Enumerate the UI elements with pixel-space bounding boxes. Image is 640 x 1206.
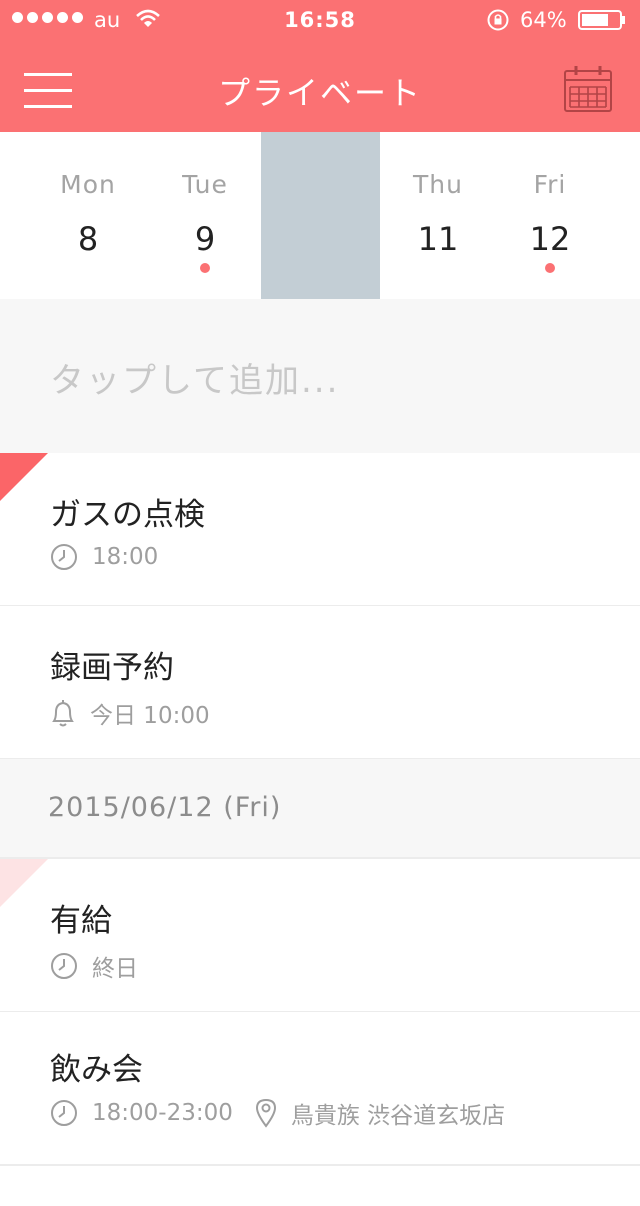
day-name: Mon xyxy=(60,170,116,199)
section-date: 2015/06/12 (Fri) xyxy=(48,792,282,823)
clock-icon xyxy=(51,953,77,979)
nav-bar: プライベート xyxy=(0,40,640,132)
add-event-placeholder: タップして追加... xyxy=(50,361,340,401)
event-title: 飲み会 xyxy=(50,1052,143,1088)
day-thu[interactable]: Thu 11 xyxy=(378,132,498,299)
add-event-input[interactable]: タップして追加... xyxy=(0,299,640,453)
section-date-header: 2015/06/12 (Fri) xyxy=(0,759,640,859)
event-time: 18:00 xyxy=(92,544,159,570)
day-number: 9 xyxy=(194,220,216,258)
rotation-lock-icon xyxy=(487,9,509,31)
event-title: 録画予約 xyxy=(50,650,174,686)
page-title: プライベート xyxy=(217,74,422,112)
event-meta: 18:00 xyxy=(50,543,158,571)
calendar-icon[interactable] xyxy=(563,65,613,113)
event-title: 有給 xyxy=(50,903,112,939)
event-item[interactable]: 飲み会 18:00-23:00 鳥貴族 渋谷道玄坂店 xyxy=(0,1012,640,1166)
day-name: Fri xyxy=(533,170,567,199)
event-dot-icon xyxy=(545,263,555,273)
event-item[interactable]: ガスの点検 18:00 xyxy=(0,453,640,607)
day-number: 11 xyxy=(417,220,459,258)
bell-icon xyxy=(52,700,74,727)
battery-percent: 64% xyxy=(520,8,567,32)
event-meta: 18:00-23:00 鳥貴族 渋谷道玄坂店 xyxy=(50,1096,505,1130)
day-name: Thu xyxy=(413,170,463,199)
event-time: 18:00-23:00 xyxy=(92,1100,233,1126)
clock-icon xyxy=(51,1100,77,1126)
day-number: 12 xyxy=(529,220,571,258)
event-meta: 終日 xyxy=(50,949,138,983)
day-name: Tue xyxy=(182,170,228,199)
day-number: 8 xyxy=(77,220,99,258)
status-bar: au 16:58 64% xyxy=(0,0,640,40)
day-tue[interactable]: Tue 9 xyxy=(146,132,264,299)
day-fri[interactable]: Fri 12 xyxy=(490,132,610,299)
event-dot-icon xyxy=(200,263,210,273)
event-item[interactable]: 録画予約 今日 10:00 xyxy=(0,606,640,760)
week-strip: Mon 8 Tue 9 Thu 11 Fri 12 xyxy=(0,132,640,299)
event-title: ガスの点検 xyxy=(50,497,205,533)
day-selected[interactable] xyxy=(261,132,380,299)
day-mon[interactable]: Mon 8 xyxy=(28,132,148,299)
event-location: 鳥貴族 渋谷道玄坂店 xyxy=(290,1103,506,1129)
clock-icon xyxy=(51,544,77,570)
event-time: 終日 xyxy=(92,956,138,982)
battery-icon xyxy=(578,10,625,30)
event-item[interactable]: 有給 終日 xyxy=(0,859,640,1013)
event-meta: 今日 10:00 xyxy=(50,696,210,730)
priority-flag xyxy=(0,453,48,501)
location-pin-icon xyxy=(255,1098,276,1128)
reminder-time: 今日 10:00 xyxy=(90,703,210,729)
priority-flag xyxy=(0,859,48,907)
